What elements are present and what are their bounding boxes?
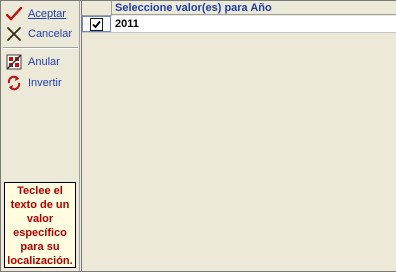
hint-line: Teclee el xyxy=(17,185,63,197)
hint-line: valor xyxy=(26,213,54,225)
column-header[interactable]: Seleccione valor(es) para Año xyxy=(112,1,396,15)
check-icon xyxy=(4,4,24,24)
invert-button[interactable]: Invertir xyxy=(4,73,78,93)
row-focus-frame xyxy=(82,16,111,32)
grid-corner-header xyxy=(82,1,112,16)
invert-icon xyxy=(4,73,24,93)
hint-line: para su xyxy=(20,241,60,253)
hint-line: localización. xyxy=(7,255,73,267)
accept-label: Aceptar xyxy=(28,8,66,20)
clear-label: Anular xyxy=(28,56,60,68)
value-selection-dialog: Aceptar Cancelar Anular Invertir Teclee … xyxy=(0,0,396,272)
hint-line: específico xyxy=(13,227,67,239)
values-grid: Seleccione valor(es) para Año 2011 xyxy=(81,1,396,271)
row-selector[interactable] xyxy=(82,16,111,32)
sidebar-divider xyxy=(3,47,78,49)
accept-button[interactable]: Aceptar xyxy=(4,4,78,24)
close-icon xyxy=(4,24,24,44)
action-sidebar: Aceptar Cancelar Anular Invertir Teclee … xyxy=(1,1,80,271)
search-hint: Teclee el texto de un valor específico p… xyxy=(4,182,76,268)
cancel-button[interactable]: Cancelar xyxy=(4,24,78,44)
row-value: 2011 xyxy=(115,18,139,30)
cancel-label: Cancelar xyxy=(28,28,73,40)
hint-line: texto de un xyxy=(10,199,70,211)
table-row[interactable]: 2011 xyxy=(82,16,396,33)
clear-button[interactable]: Anular xyxy=(4,52,78,72)
invert-label: Invertir xyxy=(28,77,62,89)
clear-icon xyxy=(4,52,24,72)
